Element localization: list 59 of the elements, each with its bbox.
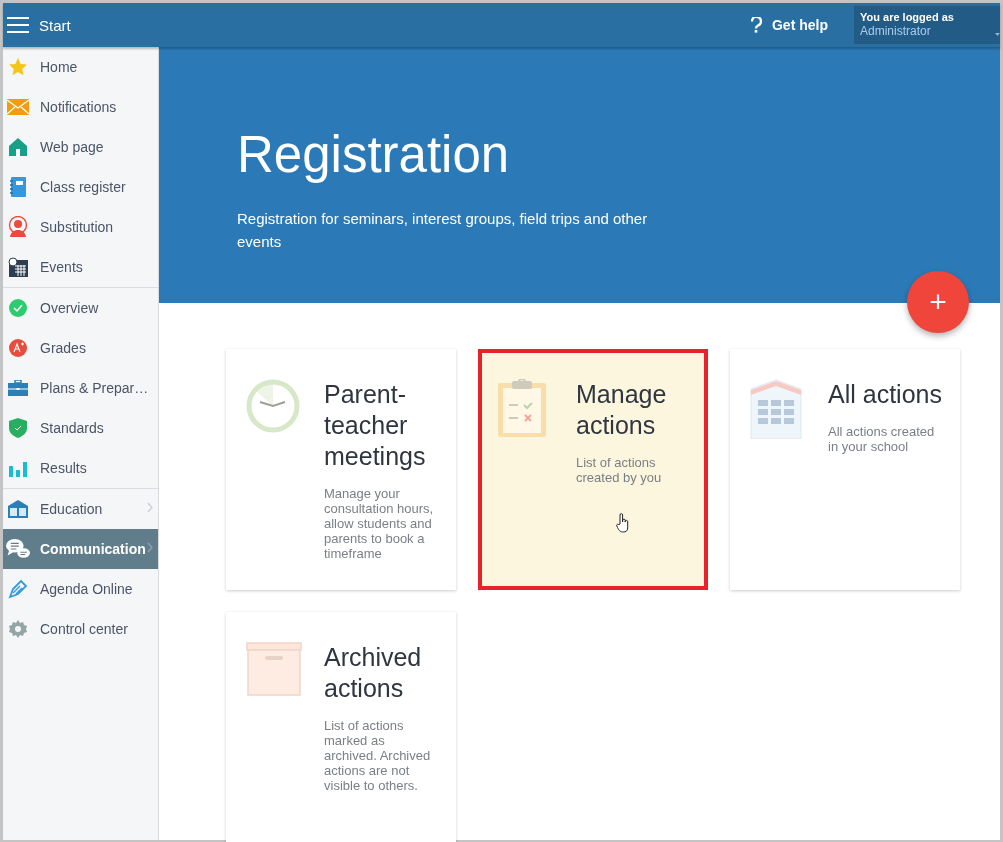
sidebar-item[interactable]: Standards (3, 408, 158, 448)
sidebar-item[interactable]: Agenda Online (3, 569, 158, 609)
grade-icon (8, 338, 28, 358)
hero-subtitle: Registration for seminars, interest groups, field trips and other events (237, 209, 649, 252)
page-title: Start (39, 16, 72, 34)
help-button[interactable]: Get help (751, 17, 828, 33)
card-title: All actions (828, 379, 942, 410)
sidebar-item[interactable]: Education (3, 489, 158, 529)
gear-icon (8, 619, 28, 639)
clipboard-icon (498, 379, 546, 437)
sidebar-item[interactable]: Web page (3, 127, 158, 167)
action-card[interactable]: Manage actions List of actions created by you (478, 349, 708, 590)
sidebar-item[interactable]: Results (3, 448, 158, 488)
chevron-icon (147, 542, 153, 553)
action-card[interactable]: Archived actions List of actions marked as archived. Archived actions are not visible to others. (226, 612, 456, 842)
card-description: Manage your consultation hours, allow students and parents to book a timeframe (324, 486, 435, 561)
clock-icon (246, 379, 300, 433)
menu-icon (7, 17, 29, 33)
question-icon (751, 17, 762, 33)
shield-icon (9, 418, 27, 438)
add-button[interactable]: + (907, 271, 969, 333)
sidebar-item[interactable]: Notifications (3, 87, 158, 127)
card-title: Parent-teacher meetings (324, 379, 427, 472)
card-title: Archived actions (324, 642, 423, 704)
pen-icon (8, 579, 28, 599)
sidebar-item[interactable]: Class register (3, 167, 158, 207)
building-icon (750, 379, 802, 439)
card-description: List of actions created by you (576, 455, 663, 485)
sidebar-item[interactable]: Overview (3, 288, 158, 328)
user-caption: You are logged as (860, 11, 955, 23)
hero-title: Registration (237, 125, 511, 185)
sidebar-item[interactable]: Grades (3, 328, 158, 368)
sidebar-item[interactable]: Home (3, 47, 158, 87)
person-icon (8, 216, 28, 238)
house-icon (8, 137, 28, 157)
sidebar-item[interactable]: Events (3, 247, 158, 287)
notebook-icon (10, 177, 26, 197)
envelope-icon (7, 99, 29, 115)
user-name: Administrator (860, 24, 932, 38)
card-description: List of actions marked as archived. Archived actions are not visible to others. (324, 718, 432, 793)
star-icon (8, 57, 28, 77)
calendar-icon (8, 257, 28, 277)
card-title: Manage actions (576, 379, 668, 441)
user-menu[interactable]: You are logged as Administrator (854, 6, 1000, 44)
action-card[interactable]: Parent-teacher meetings Manage your consultation hours, allow students and parents to book a timeframe (226, 349, 456, 590)
card-description: All actions created in your school (828, 424, 936, 454)
sidebar-item[interactable]: Plans & Prepar… (3, 368, 158, 408)
sidebar-item[interactable]: Control center (3, 609, 158, 649)
check-icon (8, 298, 28, 318)
box-icon (246, 642, 302, 696)
action-card[interactable]: All actions All actions created in your school (730, 349, 960, 590)
bars-icon (9, 459, 27, 477)
caret-icon (995, 33, 1000, 36)
chevron-icon (147, 502, 153, 513)
hand-cursor-icon (616, 513, 630, 533)
sidebar-item[interactable]: Substitution (3, 207, 158, 247)
book-icon (7, 500, 29, 518)
briefcase-icon (8, 380, 28, 396)
sidebar-item[interactable]: Communication (3, 529, 158, 569)
